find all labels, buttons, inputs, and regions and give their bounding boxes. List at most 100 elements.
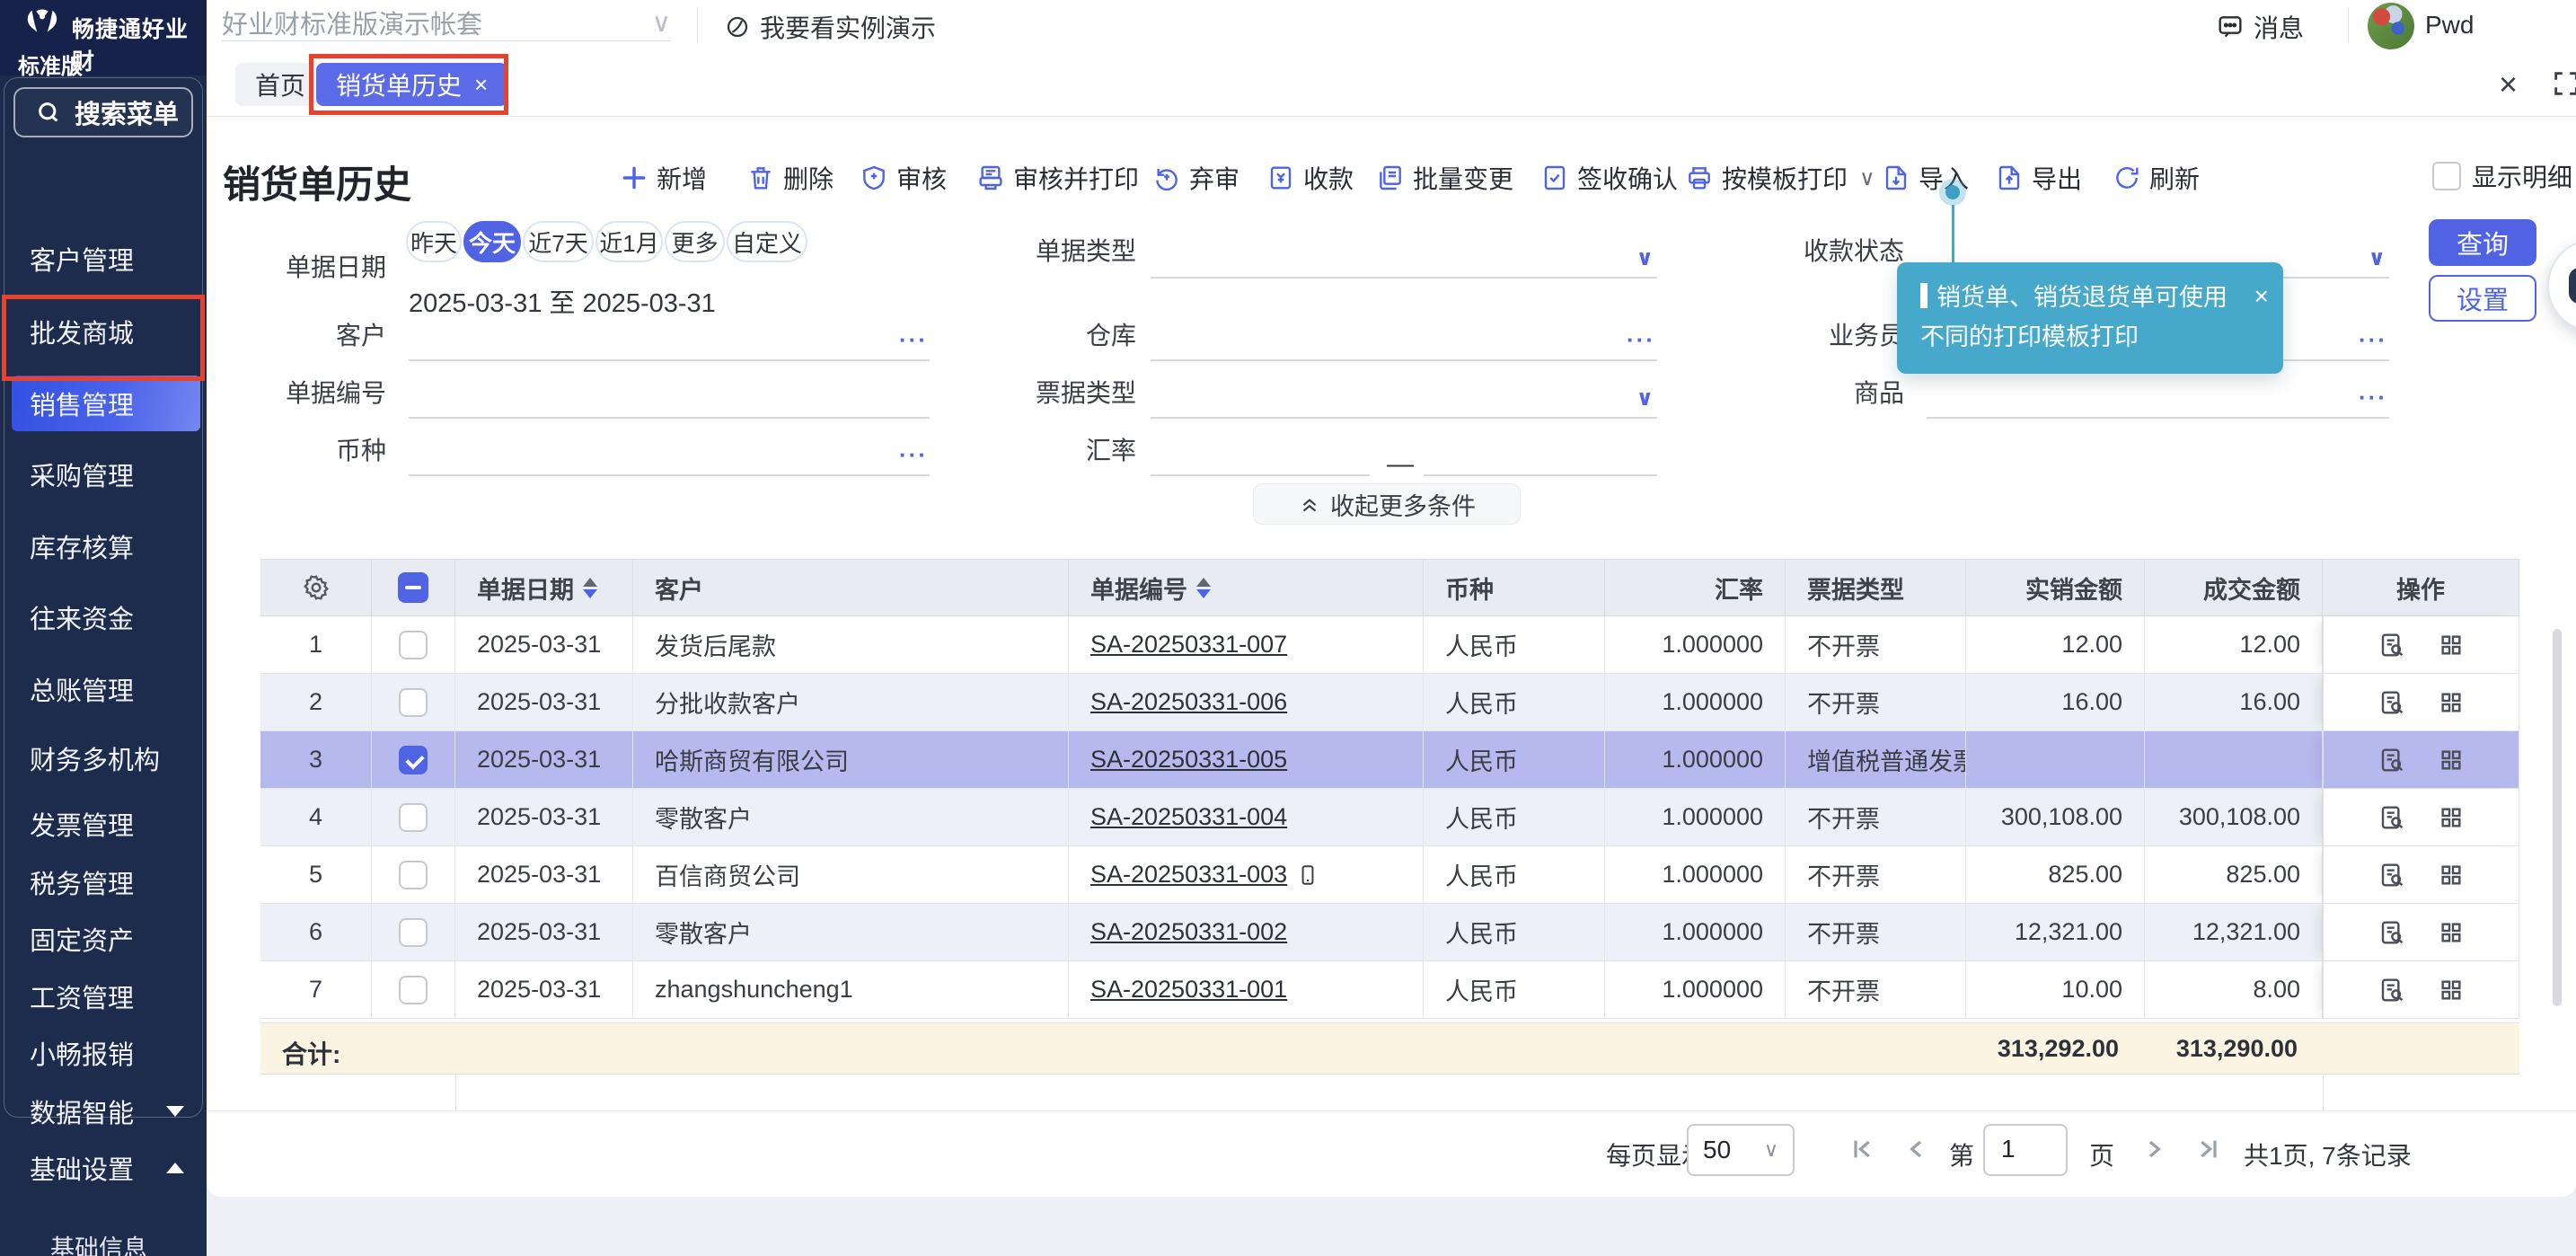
sidebar-item-11[interactable]: 固定资产 <box>12 911 200 967</box>
column-header-orderNo[interactable]: 单据编号 <box>1069 560 1424 616</box>
grid-icon[interactable] <box>2437 976 2466 1004</box>
sidebar-item-3[interactable]: 销售管理 <box>12 376 200 431</box>
doc-search-icon[interactable] <box>2378 746 2406 774</box>
toolbar-button-8[interactable]: 签收确认 <box>1540 160 1678 196</box>
filter-field-rate-to[interactable] <box>1424 435 1657 476</box>
show-detail-toggle[interactable]: 显示明细 <box>2432 158 2572 194</box>
grid-icon[interactable] <box>2437 631 2466 659</box>
filter-field-rate-from[interactable] <box>1151 435 1370 476</box>
row-checkbox[interactable] <box>399 918 428 947</box>
sidebar-item-14[interactable]: 数据智能 <box>12 1084 200 1139</box>
chevron-down-icon[interactable]: ∨ <box>2369 245 2388 271</box>
doc-search-icon[interactable] <box>2378 976 2406 1004</box>
show-detail-checkbox[interactable] <box>2432 162 2461 190</box>
sidebar-item-7[interactable]: 总账管理 <box>12 661 200 717</box>
select-all-checkbox[interactable] <box>398 572 428 603</box>
ellipsis-icon[interactable]: ··· <box>2359 326 2387 354</box>
table-row[interactable]: 32025-03-31哈斯商贸有限公司SA-20250331-005人民币1.0… <box>260 731 2519 789</box>
grid-icon[interactable] <box>2437 688 2466 717</box>
row-checkbox[interactable] <box>399 746 428 774</box>
chevron-down-icon[interactable]: ∨ <box>1636 385 1656 411</box>
demo-link[interactable]: 我要看实例演示 <box>724 9 936 45</box>
date-pill-5[interactable]: 更多 <box>665 221 725 262</box>
order-number-link[interactable]: SA-20250331-006 <box>1090 688 1287 716</box>
table-row[interactable]: 52025-03-31百信商贸公司SA-20250331-003人民币1.000… <box>260 846 2519 904</box>
close-all-tabs-icon[interactable]: × <box>2499 68 2518 101</box>
ellipsis-icon[interactable]: ··· <box>1627 326 1655 354</box>
order-number-link[interactable]: SA-20250331-005 <box>1090 746 1287 774</box>
row-checkbox[interactable] <box>399 631 428 659</box>
menu-search-input[interactable]: 搜索菜单 <box>13 87 193 137</box>
sidebar-item-6[interactable]: 往来资金 <box>12 589 200 645</box>
order-number-link[interactable]: SA-20250331-007 <box>1090 631 1287 659</box>
fullscreen-icon[interactable] <box>2551 68 2576 99</box>
sort-icons[interactable] <box>1196 578 1211 598</box>
row-checkbox[interactable] <box>399 976 428 1004</box>
toolbar-button-1[interactable]: 新增 <box>620 160 707 196</box>
sidebar-item-4[interactable]: 采购管理 <box>12 447 200 502</box>
date-pill-3[interactable]: 近7天 <box>523 221 594 262</box>
prev-page-icon[interactable] <box>1902 1135 1935 1167</box>
filter-field-doc-type[interactable]: ∨ <box>1151 237 1657 279</box>
date-pill-6[interactable]: 自定义 <box>727 221 807 262</box>
grid-icon[interactable] <box>2437 746 2466 774</box>
sidebar-item-5[interactable]: 库存核算 <box>12 518 200 574</box>
sidebar-item-10[interactable]: 税务管理 <box>12 854 200 910</box>
toolbar-button-7[interactable]: 批量变更 <box>1376 160 1513 196</box>
sidebar-item-8[interactable]: 财务多机构 <box>12 730 200 786</box>
toolbar-button-4[interactable]: 审核并打印 <box>976 160 1139 196</box>
chevron-down-icon[interactable]: ∨ <box>1636 245 1656 271</box>
ellipsis-icon[interactable]: ··· <box>899 326 928 354</box>
sidebar-subitem-basic-info[interactable]: 基础信息 <box>50 1229 194 1256</box>
next-page-icon[interactable] <box>2139 1135 2172 1167</box>
date-pill-1[interactable]: 昨天 <box>406 221 462 262</box>
per-page-select[interactable]: 50 ∨ <box>1687 1124 1795 1176</box>
filter-field-warehouse[interactable]: ··· <box>1151 320 1657 361</box>
toolbar-button-3[interactable]: 审核 <box>860 160 947 196</box>
sidebar-item-2[interactable]: 批发商城 <box>12 304 200 359</box>
tab-close-icon[interactable]: × <box>474 71 488 99</box>
table-row[interactable]: 12025-03-31发货后尾款SA-20250331-007人民币1.0000… <box>260 616 2519 674</box>
query-button[interactable]: 查询 <box>2429 219 2536 266</box>
sidebar-item-12[interactable]: 工资管理 <box>12 969 200 1024</box>
order-number-link[interactable]: SA-20250331-004 <box>1090 803 1287 831</box>
filter-field-invoice-type[interactable]: ∨ <box>1151 377 1657 419</box>
account-selector[interactable]: 好业财标准版演示帐套 ∨ <box>222 4 671 41</box>
page-number-input[interactable]: 1 <box>1983 1124 2068 1176</box>
sort-icons[interactable] <box>583 578 597 598</box>
row-checkbox[interactable] <box>399 803 428 832</box>
tab-home[interactable]: 首页 <box>235 63 325 106</box>
filter-field-customer[interactable]: ··· <box>409 320 930 361</box>
doc-search-icon[interactable] <box>2378 861 2406 889</box>
grid-icon[interactable] <box>2437 861 2466 889</box>
collapse-more-filters-button[interactable]: 收起更多条件 <box>1253 483 1521 525</box>
grid-icon[interactable] <box>2437 918 2466 947</box>
messages-button[interactable]: 消息 <box>2216 9 2304 45</box>
filter-field-doc-no[interactable] <box>409 377 930 419</box>
ellipsis-icon[interactable]: ··· <box>899 441 928 469</box>
user-avatar[interactable] <box>2368 3 2414 49</box>
sidebar-item-9[interactable]: 发票管理 <box>12 796 200 852</box>
table-row[interactable]: 22025-03-31分批收款客户SA-20250331-006人民币1.000… <box>260 674 2519 731</box>
column-header-date[interactable]: 单据日期 <box>455 560 633 616</box>
doc-search-icon[interactable] <box>2378 918 2406 947</box>
table-row[interactable]: 42025-03-31零散客户SA-20250331-004人民币1.00000… <box>260 789 2519 846</box>
sidebar-item-13[interactable]: 小畅报销 <box>12 1025 200 1081</box>
toolbar-button-9[interactable]: 按模板打印∨ <box>1685 160 1875 196</box>
first-page-icon[interactable] <box>1848 1135 1881 1167</box>
row-checkbox[interactable] <box>399 688 428 717</box>
date-pill-2[interactable]: 今天 <box>463 221 521 262</box>
filter-date-range-value[interactable]: 2025-03-31 至 2025-03-31 <box>409 282 716 320</box>
table-row[interactable]: 62025-03-31零散客户SA-20250331-002人民币1.00000… <box>260 904 2519 961</box>
toolbar-button-6[interactable]: 收款 <box>1266 160 1354 196</box>
toolbar-button-5[interactable]: 弃审 <box>1152 160 1239 196</box>
tab-sales-history[interactable]: 销货单历史 × <box>316 63 507 106</box>
order-number-link[interactable]: SA-20250331-003 <box>1090 861 1287 889</box>
ellipsis-icon[interactable]: ··· <box>2359 384 2387 411</box>
table-row[interactable]: 72025-03-31zhangshuncheng1SA-20250331-00… <box>260 961 2519 1019</box>
filter-field-currency[interactable]: ··· <box>409 435 930 476</box>
doc-search-icon[interactable] <box>2378 803 2406 832</box>
tooltip-close-icon[interactable]: × <box>2254 277 2269 316</box>
settings-button[interactable]: 设置 <box>2429 275 2536 322</box>
sidebar-item-15[interactable]: 基础设置 <box>12 1140 200 1196</box>
